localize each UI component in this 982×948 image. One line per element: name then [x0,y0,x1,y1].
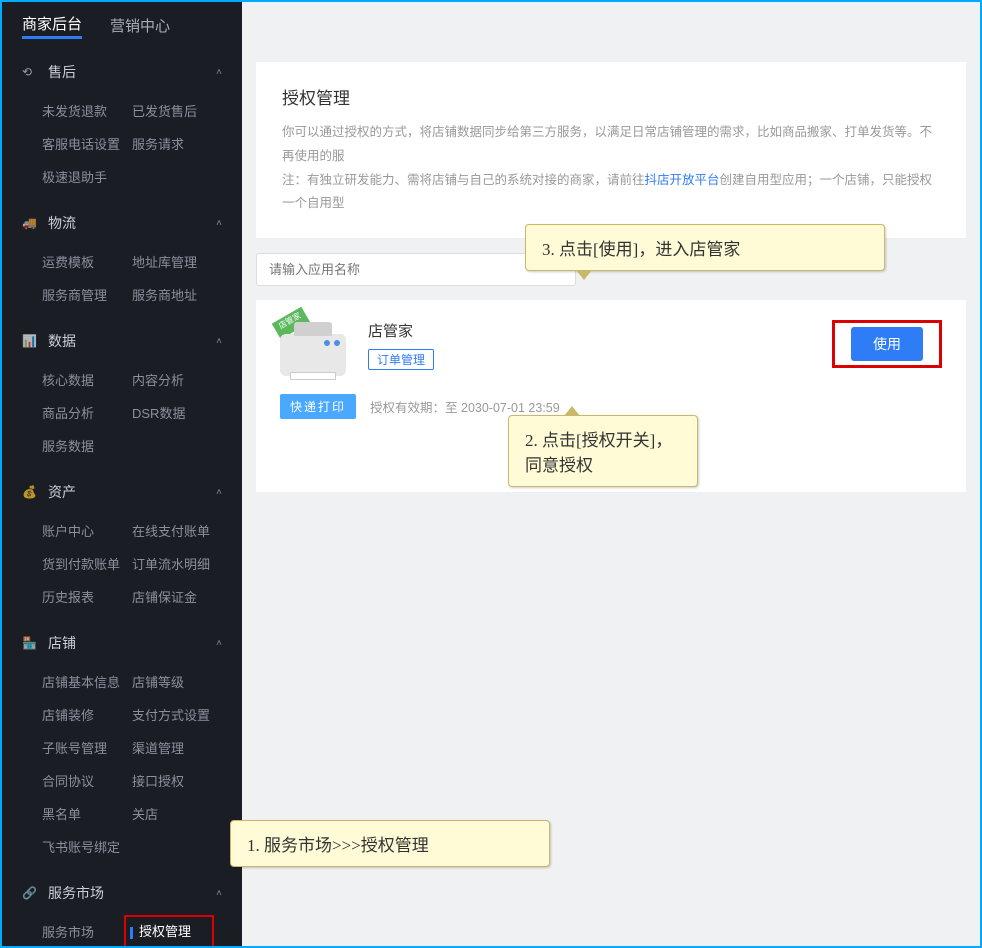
menu-item-3-2[interactable]: 货到付款账单 [42,547,132,580]
menu-item-2-0[interactable]: 核心数据 [42,363,132,396]
sidebar: 商家后台 营销中心 ⟲售后˄未发货退款已发货售后客服电话设置服务请求极速退助手 🚚… [2,2,242,946]
section-icon: 🏪 [22,636,40,650]
app-tag: 订单管理 [368,349,434,370]
menu-item-3-4[interactable]: 历史报表 [42,580,132,613]
menu-item-0-0[interactable]: 未发货退款 [42,94,132,127]
section-icon: 🔗 [22,886,40,900]
open-platform-link[interactable]: 抖店开放平台 [645,173,720,187]
menu-header-2[interactable]: 📊数据˄ [2,319,242,363]
menu-header-1[interactable]: 🚚物流˄ [2,201,242,245]
use-button[interactable]: 使用 [851,327,923,361]
menu-item-3-3[interactable]: 订单流水明细 [132,547,222,580]
chevron-up-icon: ˄ [216,67,222,78]
menu-item-5-0[interactable]: 服务市场 [42,915,132,946]
menu-item-1-2[interactable]: 服务商管理 [42,278,132,311]
menu-item-3-5[interactable]: 店铺保证金 [132,580,222,613]
menu-header-3[interactable]: 💰资产˄ [2,470,242,514]
page-desc1: 你可以通过授权的方式，将店铺数据同步给第三方服务，以满足日常店铺管理的需求，比如… [282,121,940,169]
callout-2: 2. 点击[授权开关]，同意授权 [508,415,698,487]
section-icon: 📊 [22,334,40,348]
menu-item-0-2[interactable]: 客服电话设置 [42,127,132,160]
chevron-up-icon: ˄ [216,487,222,498]
menu-item-0-3[interactable]: 服务请求 [132,127,222,160]
chevron-up-icon: ˄ [216,218,222,229]
callout-1: 1. 服务市场>>>授权管理 [230,820,550,867]
menu-item-4-8[interactable]: 黑名单 [42,797,132,830]
menu-header-0[interactable]: ⟲售后˄ [2,50,242,94]
tab-marketing[interactable]: 营销中心 [110,15,170,38]
section-icon: 💰 [22,485,40,499]
section-icon: ⟲ [22,65,40,79]
chevron-up-icon: ˄ [216,336,222,347]
tab-merchant[interactable]: 商家后台 [22,13,82,39]
chevron-up-icon: ˄ [216,888,222,899]
menu-item-4-2[interactable]: 店铺装修 [42,698,132,731]
menu-item-4-5[interactable]: 渠道管理 [132,731,222,764]
page-desc2: 注：有独立研发能力、需将店铺与自己的系统对接的商家，请前往抖店开放平台创建自用型… [282,169,940,217]
menu-item-5-1[interactable]: 授权管理 [124,915,214,946]
menu-item-4-3[interactable]: 支付方式设置 [132,698,222,731]
chevron-up-icon: ˄ [216,638,222,649]
menu-header-5[interactable]: 🔗服务市场˄ [2,871,242,915]
menu-item-3-0[interactable]: 账户中心 [42,514,132,547]
callout-3: 3. 点击[使用]，进入店管家 [525,224,885,271]
menu-item-0-1[interactable]: 已发货售后 [132,94,222,127]
page-title: 授权管理 [282,84,940,109]
menu-header-4[interactable]: 🏪店铺˄ [2,621,242,665]
menu-item-2-4[interactable]: 服务数据 [42,429,132,462]
menu-item-1-0[interactable]: 运费模板 [42,245,132,278]
menu-item-2-3[interactable]: DSR数据 [132,396,222,429]
menu-item-4-0[interactable]: 店铺基本信息 [42,665,132,698]
menu-item-1-3[interactable]: 服务商地址 [132,278,222,311]
menu-item-3-1[interactable]: 在线支付账单 [132,514,222,547]
section-icon: 🚚 [22,216,40,230]
menu-item-1-1[interactable]: 地址库管理 [132,245,222,278]
menu-item-2-2[interactable]: 商品分析 [42,396,132,429]
app-name: 店管家 [368,320,814,341]
menu-item-4-1[interactable]: 店铺等级 [132,665,222,698]
print-tag: 快递打印 [280,394,356,419]
use-button-highlight: 使用 [832,320,942,368]
menu-item-2-1[interactable]: 内容分析 [132,363,222,396]
menu-item-4-6[interactable]: 合同协议 [42,764,132,797]
printer-icon: 店管家 [280,320,350,380]
menu-item-0-4[interactable]: 极速退助手 [42,160,132,193]
top-tabs: 商家后台 营销中心 [2,2,242,50]
menu-item-4-7[interactable]: 接口授权 [132,764,222,797]
menu-item-4-10[interactable]: 飞书账号绑定 [42,830,132,863]
menu-item-4-9[interactable]: 关店 [132,797,222,830]
page-header: 授权管理 你可以通过授权的方式，将店铺数据同步给第三方服务，以满足日常店铺管理的… [256,62,966,239]
menu-item-4-4[interactable]: 子账号管理 [42,731,132,764]
expire-text: 授权有效期：至 2030-07-01 23:59 [370,397,560,416]
